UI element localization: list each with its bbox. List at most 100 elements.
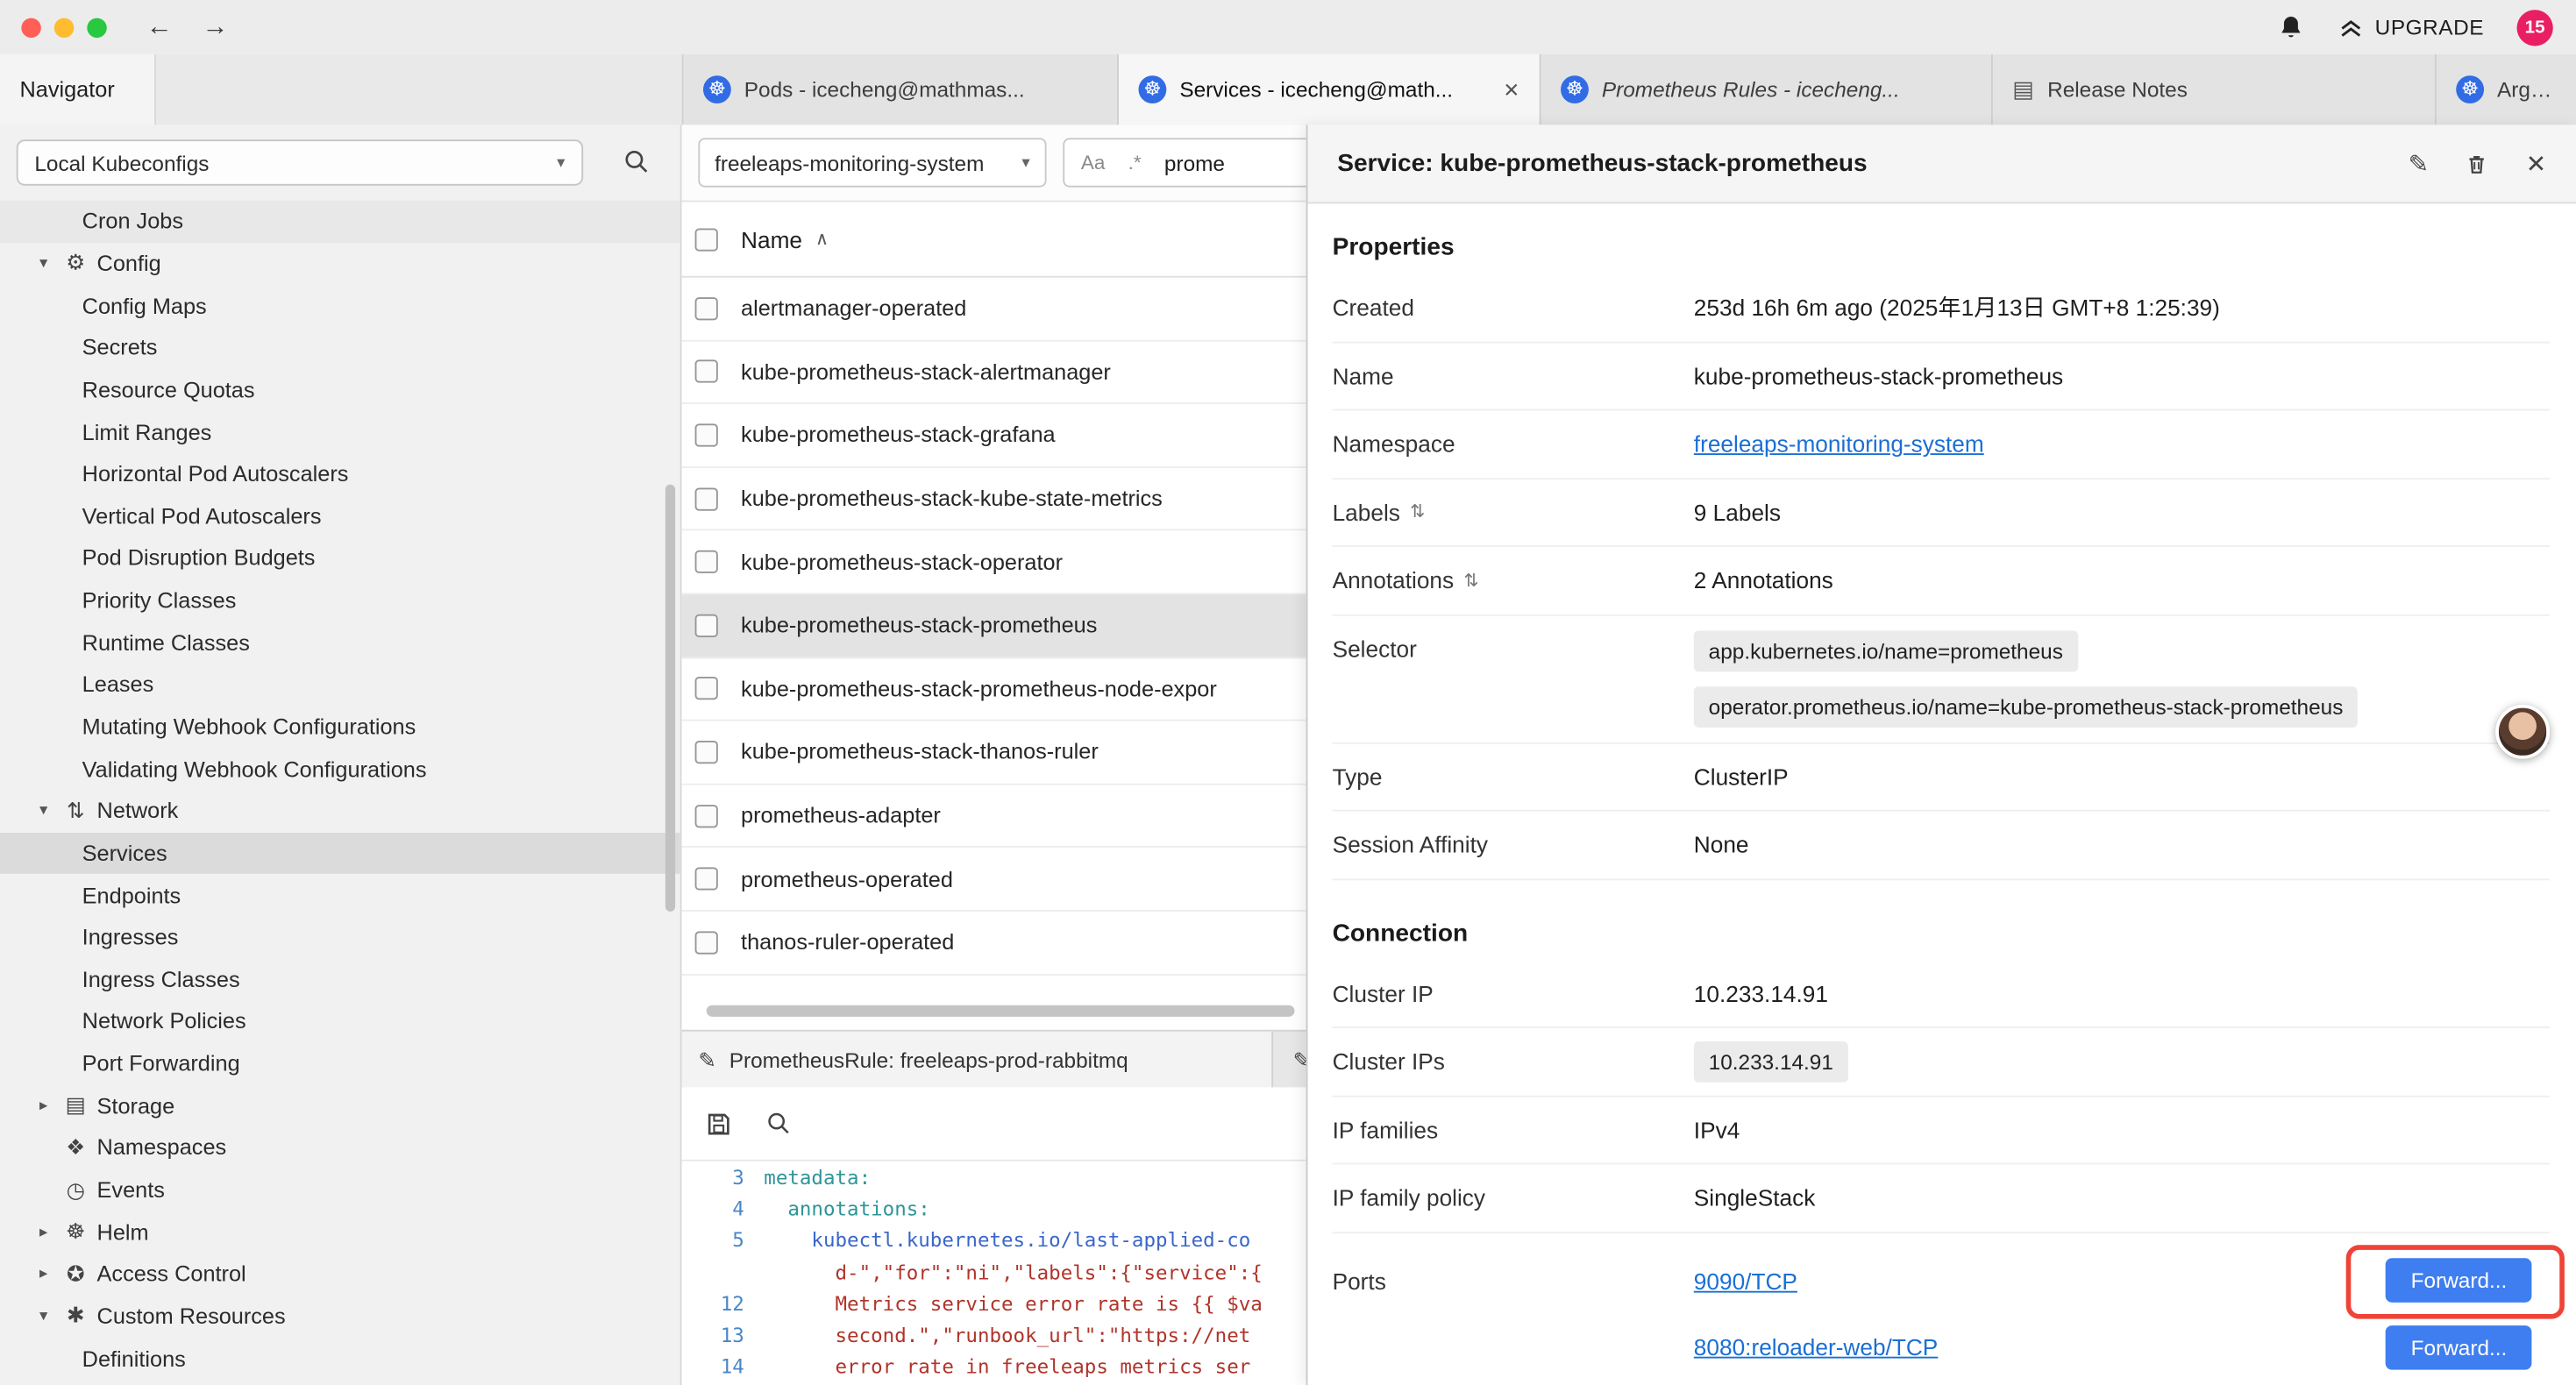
sidebar-item-network-policies[interactable]: Network Policies (0, 1000, 680, 1042)
close-window-button[interactable] (21, 18, 40, 37)
table-row[interactable]: kube-prometheus-stack-grafana (682, 404, 1306, 467)
sidebar-item-pod-disruption-budgets[interactable]: Pod Disruption Budgets (0, 537, 680, 579)
row-checkbox[interactable] (695, 931, 718, 954)
sidebar-item-validating-webhook-configurations[interactable]: Validating Webhook Configurations (0, 748, 680, 790)
sidebar-item-events[interactable]: ◷Events (0, 1169, 680, 1211)
forward-port-button[interactable]: Forward... (2387, 1325, 2532, 1370)
edit-pencil-icon: ✎ (698, 1047, 715, 1073)
row-checkbox[interactable] (695, 550, 718, 573)
row-checkbox[interactable] (695, 487, 718, 510)
forward-port-button[interactable]: Forward... (2387, 1259, 2532, 1303)
row-checkbox[interactable] (695, 678, 718, 700)
sort-updown-icon[interactable]: ⇅ (1463, 570, 1478, 591)
chevron-down-icon: ▾ (1021, 153, 1029, 172)
navigator-tab[interactable]: Navigator (0, 54, 156, 125)
sort-ascending-icon[interactable]: ∧ (815, 228, 829, 249)
table-row[interactable]: kube-prometheus-stack-operator (682, 531, 1306, 594)
tab-argo[interactable]: ☸ Argo S (2437, 54, 2576, 125)
sidebar-item-limit-ranges[interactable]: Limit Ranges (0, 411, 680, 453)
sidebar-scrollbar[interactable] (665, 485, 675, 912)
horizontal-scrollbar[interactable] (707, 1005, 1295, 1017)
editor-search-icon[interactable] (765, 1111, 792, 1137)
sidebar-item-secrets[interactable]: Secrets (0, 327, 680, 369)
table-row[interactable]: kube-prometheus-stack-prometheus-node-ex… (682, 658, 1306, 721)
name-column-header[interactable]: Name (741, 226, 802, 252)
sidebar-item-namespaces[interactable]: ❖Namespaces (0, 1127, 680, 1169)
select-all-checkbox[interactable] (695, 228, 718, 251)
sidebar-item-ingresses[interactable]: Ingresses (0, 916, 680, 958)
sidebar-item-runtime-classes[interactable]: Runtime Classes (0, 621, 680, 664)
delete-trash-icon[interactable] (2465, 150, 2489, 176)
search-input[interactable]: Aa .* prome (1063, 138, 1306, 187)
notifications-bell-icon[interactable] (2276, 13, 2304, 41)
user-avatar[interactable] (2495, 705, 2550, 759)
table-row[interactable]: kube-prometheus-stack-thanos-ruler (682, 721, 1306, 785)
sidebar-search-icon[interactable] (623, 148, 651, 176)
sidebar-item-storage[interactable]: ▸▤Storage (0, 1085, 680, 1127)
sidebar-item-access-control[interactable]: ▸✪Access Control (0, 1254, 680, 1296)
sidebar-item-cron-jobs[interactable]: Cron Jobs (0, 201, 680, 243)
table-row-selected[interactable]: kube-prometheus-stack-prometheus (682, 594, 1306, 657)
upgrade-button[interactable]: UPGRADE (2338, 14, 2484, 40)
notification-count-badge[interactable]: 15 (2517, 9, 2553, 45)
row-checkbox[interactable] (695, 297, 718, 320)
sidebar-item-definitions[interactable]: Definitions (0, 1338, 680, 1380)
sidebar-item-endpoints[interactable]: Endpoints (0, 874, 680, 916)
sidebar-item-services[interactable]: Services (0, 832, 680, 874)
annotations-count[interactable]: 2 Annotations (1694, 567, 1833, 593)
sidebar-item-helm[interactable]: ▸☸Helm (0, 1211, 680, 1254)
sidebar-item-network[interactable]: ▾⇅Network (0, 790, 680, 832)
labels-count[interactable]: 9 Labels (1694, 499, 1781, 525)
sidebar-item-horizontal-pod-autoscalers[interactable]: Horizontal Pod Autoscalers (0, 453, 680, 495)
kubeconfig-selector[interactable]: Local Kubeconfigs ▾ (17, 139, 583, 185)
tab-prometheus-rules[interactable]: ☸ Prometheus Rules - icecheng... (1541, 54, 1993, 125)
selector-chip: app.kubernetes.io/name=prometheus (1694, 630, 2078, 671)
table-row[interactable]: thanos-ruler-operated (682, 912, 1306, 975)
sort-updown-icon[interactable]: ⇅ (1410, 501, 1425, 522)
sidebar-item-priority-classes[interactable]: Priority Classes (0, 579, 680, 621)
namespace-link[interactable]: freeleaps-monitoring-system (1694, 430, 1984, 457)
sidebar-item-mutating-webhook-configurations[interactable]: Mutating Webhook Configurations (0, 706, 680, 748)
cluster-ips-chip: 10.233.14.91 (1694, 1041, 1848, 1082)
row-checkbox[interactable] (695, 741, 718, 764)
close-tab-icon[interactable]: ✕ (1503, 78, 1519, 101)
sidebar-item-port-forwarding[interactable]: Port Forwarding (0, 1042, 680, 1084)
sidebar-item-vertical-pod-autoscalers[interactable]: Vertical Pod Autoscalers (0, 495, 680, 537)
sidebar-item-resource-quotas[interactable]: Resource Quotas (0, 369, 680, 411)
row-checkbox[interactable] (695, 614, 718, 636)
sidebar-item-config-maps[interactable]: Config Maps (0, 285, 680, 327)
regex-toggle[interactable]: .* (1128, 151, 1142, 174)
sidebar-item-config[interactable]: ▾⚙Config (0, 243, 680, 285)
table-row[interactable]: kube-prometheus-stack-alertmanager (682, 341, 1306, 404)
table-row[interactable]: prometheus-operated (682, 848, 1306, 911)
sidebar-item-custom-resources[interactable]: ▾✱Custom Resources (0, 1296, 680, 1338)
table-row[interactable]: alertmanager-operated (682, 278, 1306, 341)
port-link-9090[interactable]: 9090/TCP (1694, 1268, 1797, 1294)
save-icon[interactable] (705, 1110, 733, 1138)
namespace-selector[interactable]: freeleaps-monitoring-system ▾ (698, 138, 1046, 187)
tab-pods[interactable]: ☸ Pods - icecheng@mathmas... (683, 54, 1119, 125)
table-row[interactable]: prometheus-adapter (682, 785, 1306, 848)
table-row[interactable]: kube-prometheus-stack-kube-state-metrics (682, 468, 1306, 531)
zoom-window-button[interactable] (87, 18, 106, 37)
edit-pencil-icon[interactable]: ✎ (2409, 149, 2430, 179)
close-drawer-icon[interactable]: ✕ (2526, 149, 2547, 179)
match-case-toggle[interactable]: Aa (1081, 151, 1106, 174)
line-number: 13 (682, 1324, 765, 1346)
minimize-window-button[interactable] (54, 18, 74, 37)
row-checkbox[interactable] (695, 423, 718, 446)
dock-tab-prometheusrule[interactable]: ✎ PrometheusRule: freeleaps-prod-rabbitm… (682, 1032, 1274, 1090)
tab-services[interactable]: ☸ Services - icecheng@math... ✕ (1119, 54, 1541, 125)
row-checkbox[interactable] (695, 868, 718, 891)
editor-dock: ✎ PrometheusRule: freeleaps-prod-rabbitm… (682, 1030, 1306, 1088)
sidebar-item-ingress-classes[interactable]: Ingress Classes (0, 958, 680, 1000)
forward-button[interactable]: → (202, 12, 228, 42)
back-button[interactable]: ← (146, 12, 173, 42)
port-link-8080[interactable]: 8080:reloader-web/TCP (1694, 1334, 1939, 1360)
tab-release-notes[interactable]: ▤ Release Notes (1993, 54, 2437, 125)
sidebar-item-leases[interactable]: Leases (0, 664, 680, 706)
row-checkbox[interactable] (695, 804, 718, 827)
yaml-editor[interactable]: 3metadata: 4 annotations: 5 kubectl.kube… (682, 1161, 1306, 1385)
row-checkbox[interactable] (695, 360, 718, 383)
dock-tab-next[interactable]: ✎ (1273, 1032, 1306, 1090)
